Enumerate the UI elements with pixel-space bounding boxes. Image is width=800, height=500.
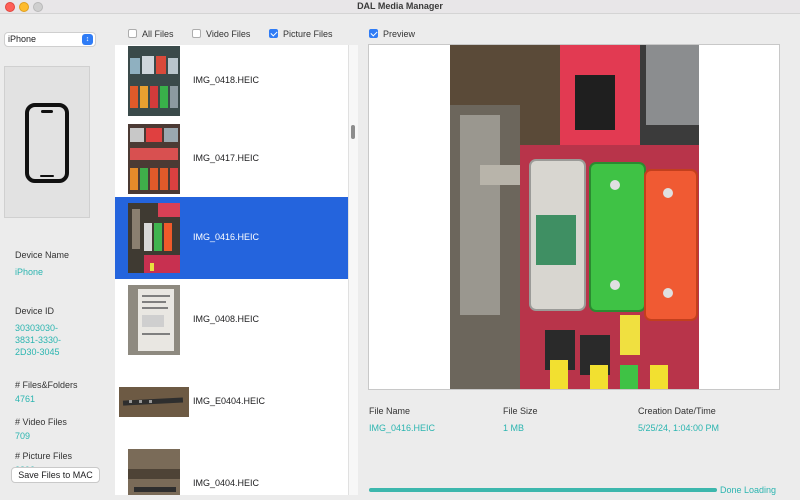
picture-files-label: # Picture Files [15,451,73,461]
filter-video-files[interactable]: Video Files [192,28,250,40]
filter-preview[interactable]: Preview [369,28,415,40]
filter-all-files[interactable]: All Files [128,28,174,40]
file-row[interactable]: IMG_0404.HEIC [115,443,348,495]
preview-image [450,45,699,389]
device-card [4,66,90,218]
file-row-selected[interactable]: IMG_0416.HEIC [115,197,348,279]
video-files-checkbox[interactable] [192,29,201,38]
file-name: IMG_0418.HEIC [193,75,260,85]
loading-progress-bar [369,488,717,492]
file-thumbnail [128,46,180,116]
file-name: IMG_0416.HEIC [193,232,260,242]
picture-files-checkbox[interactable] [269,29,278,38]
loading-status: Done Loading [720,485,777,495]
video-files-label: Video Files [206,29,251,39]
filter-picture-files[interactable]: Picture Files [269,28,333,40]
files-folders-value: 4761 [15,394,36,404]
chevron-updown-icon: ↕ [82,34,93,45]
preview-checkbox[interactable] [369,29,378,38]
device-id-label: Device ID [15,306,55,316]
file-name: IMG_0404.HEIC [193,478,260,488]
device-select-value: iPhone [8,34,37,44]
all-files-label: All Files [142,29,174,39]
file-size-value: 1 MB [503,423,525,433]
device-name-label: Device Name [15,250,70,260]
file-thumbnail [119,387,189,417]
file-name: IMG_E0404.HEIC [193,396,266,406]
title-bar: DAL Media Manager [0,0,800,14]
file-list[interactable]: IMG_0418.HEIC IMG_0417.HEIC IMG_0416.HEI… [115,45,348,495]
file-row[interactable]: IMG_0418.HEIC [115,45,348,122]
window-title: DAL Media Manager [357,1,443,11]
file-size-label: File Size [503,406,538,416]
file-row[interactable]: IMG_0417.HEIC [115,118,348,200]
picture-files-label: Picture Files [283,29,333,39]
file-row[interactable]: IMG_E0404.HEIC [115,361,348,443]
creation-date-value: 5/25/24, 1:04:00 PM [638,423,720,433]
file-row[interactable]: IMG_0408.HEIC [115,279,348,361]
file-name: IMG_0417.HEIC [193,153,260,163]
video-files-label: # Video Files [15,417,67,427]
file-name-label: File Name [369,406,411,416]
file-thumbnail [128,124,180,194]
file-list-scrollbar[interactable] [348,45,358,495]
device-name-value: iPhone [15,267,44,277]
device-select[interactable]: iPhone ↕ [4,32,96,47]
file-name-value: IMG_0416.HEIC [369,423,436,433]
creation-date-label: Creation Date/Time [638,406,716,416]
files-folders-label: # Files&Folders [15,380,78,390]
save-files-button[interactable]: Save Files to MAC [11,467,100,483]
device-id-line-3: 2D30-3045 [15,347,60,357]
preview-label: Preview [383,29,416,39]
file-thumbnail [128,203,180,273]
file-name: IMG_0408.HEIC [193,314,260,324]
device-id-line-2: 3831-3330- [15,335,62,345]
all-files-checkbox[interactable] [128,29,137,38]
video-files-value: 709 [15,431,31,441]
device-id-line-1: 30303030- [15,323,59,333]
preview-panel [368,44,780,390]
file-thumbnail [128,449,180,495]
file-list-scroll-thumb[interactable] [351,125,355,139]
file-thumbnail [128,285,180,355]
loading-progress-fill [369,488,717,492]
smartphone-icon [25,103,69,183]
